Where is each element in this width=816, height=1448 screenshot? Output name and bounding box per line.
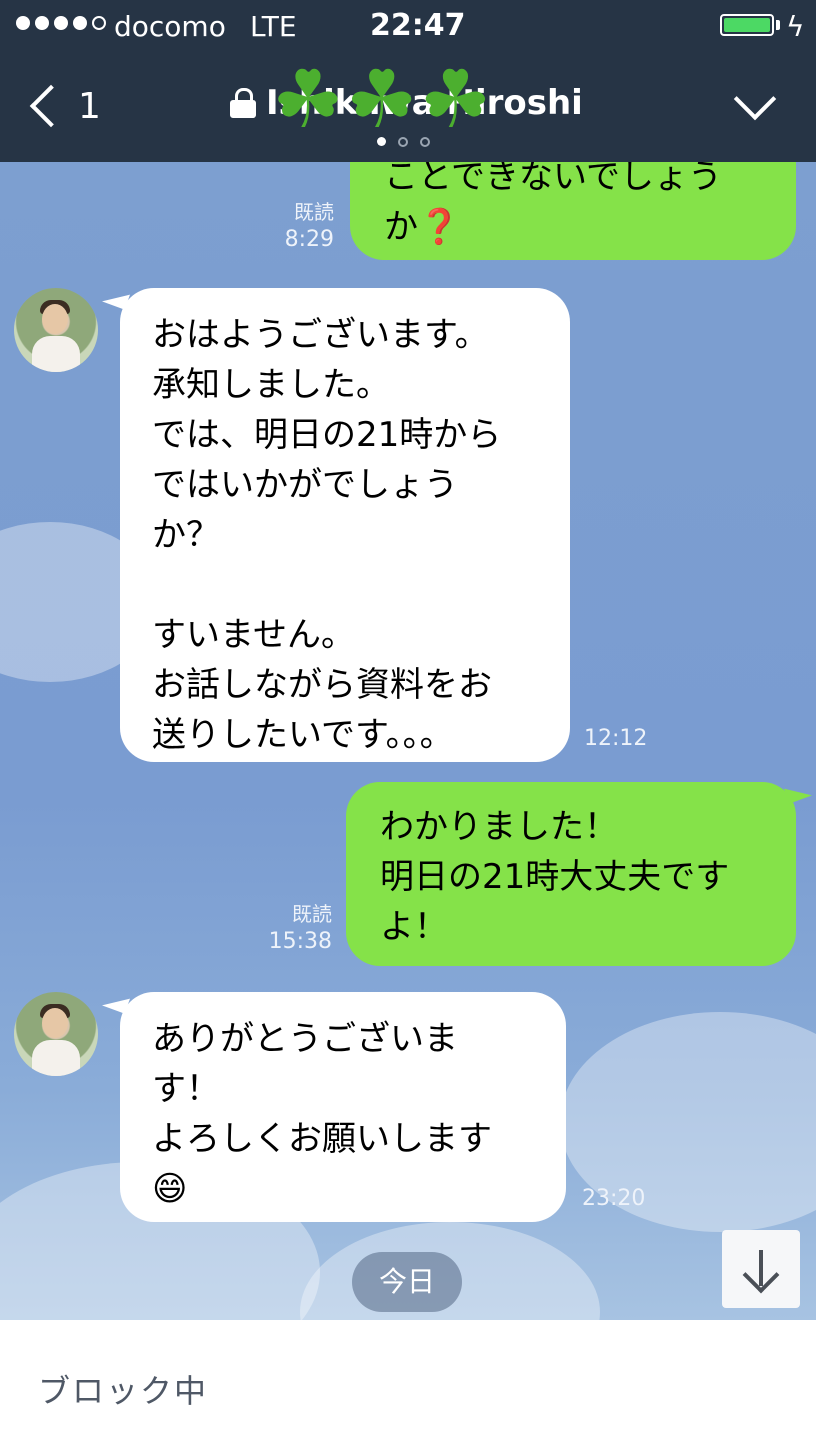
outgoing-message-bubble[interactable]: ことできないでしょう か❓ <box>350 162 796 260</box>
read-receipt: 既読 <box>292 902 332 926</box>
message-time: 8:29 <box>284 227 334 252</box>
collapse-chevron-icon <box>733 77 777 121</box>
page-dot <box>398 137 408 147</box>
network-label: LTE <box>250 10 297 43</box>
collapse-menu-button[interactable] <box>728 77 784 126</box>
back-button[interactable]: 1 <box>26 78 101 134</box>
blocked-footer: ブロック中 <box>0 1320 816 1448</box>
bubble-tail <box>783 780 813 804</box>
incoming-message-bubble[interactable]: ありがとうございま す！ よろしくお願いします 😄 <box>120 992 566 1222</box>
page-dot <box>420 137 430 147</box>
message-meta: 既読 8:29 <box>270 198 334 254</box>
status-time: 22:47 <box>370 8 466 43</box>
signal-strength-icon <box>16 16 106 30</box>
arrow-down-icon-head <box>742 1256 780 1294</box>
contact-avatar[interactable] <box>14 288 98 372</box>
battery-icon <box>720 14 774 36</box>
message-time: 23:20 <box>582 1186 646 1211</box>
carrier-label: docomo <box>114 10 226 43</box>
unread-count: 1 <box>78 85 101 127</box>
back-chevron-icon <box>29 84 73 128</box>
lightning-icon: ϟ <box>786 10 805 43</box>
page-indicator <box>377 137 430 147</box>
chat-area[interactable]: 既読 8:29 ことできないでしょう か❓ おはようございます。 承知しました。… <box>0 162 816 1320</box>
contact-avatar[interactable] <box>14 992 98 1076</box>
battery-tip <box>776 20 780 30</box>
lock-icon <box>230 88 256 118</box>
outgoing-message-bubble[interactable]: わかりました！ 明日の21時大丈夫です よ！ <box>346 782 796 966</box>
chat-header: 1 Ishikawa Hiroshi ☘☘☘ <box>0 52 816 162</box>
message-meta: 既読 15:38 <box>262 900 332 956</box>
incoming-message-bubble[interactable]: おはようございます。 承知しました。 では、明日の21時から ではいかがでしょう… <box>120 288 570 762</box>
blocked-label: ブロック中 <box>38 1372 209 1410</box>
read-receipt: 既読 <box>294 200 334 224</box>
clover-icon: ☘☘☘ <box>272 53 494 146</box>
message-time: 12:12 <box>584 726 648 751</box>
status-bar: docomo LTE 22:47 ϟ <box>0 0 816 52</box>
date-separator: 今日 <box>352 1252 462 1312</box>
scroll-to-bottom-button[interactable] <box>722 1230 800 1308</box>
message-time: 15:38 <box>268 929 332 954</box>
page-dot-active <box>377 137 386 146</box>
